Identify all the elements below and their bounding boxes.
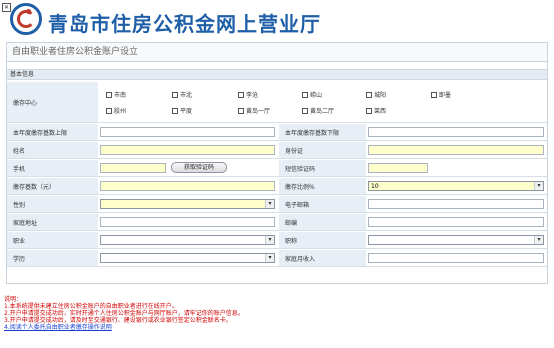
ratio-select[interactable]: 10 ▾ bbox=[368, 181, 544, 191]
get-code-button[interactable]: 获取验证码 bbox=[171, 162, 227, 173]
job-select[interactable]: ▾ bbox=[100, 235, 275, 245]
edu-income-row: 学历 ▾ 家庭月收入 bbox=[7, 250, 547, 267]
gender-select[interactable]: ▾ bbox=[100, 199, 275, 209]
name-input[interactable] bbox=[100, 145, 275, 155]
base-label: 缴存基数（元） bbox=[7, 178, 98, 194]
email-input[interactable] bbox=[368, 199, 544, 209]
checkbox-icon[interactable] bbox=[366, 107, 372, 114]
center-option-shibei[interactable]: 市北 bbox=[172, 90, 192, 99]
center-option-jimo[interactable]: 即墨 bbox=[431, 90, 451, 99]
center-option-huangdao2[interactable]: 黄岛二厅 bbox=[302, 106, 334, 115]
center-label: 缴存中心 bbox=[7, 82, 98, 122]
account-form-panel: 自由职业者住房公积金账户设立 基本信息 缴存中心 市南 市北 李沧 崂山 城阳 … bbox=[6, 42, 548, 284]
note-item: 2.开户申请提交成功后，实时开通个人住房公积金账户与网厅账户，请牢记你的账户信息… bbox=[4, 310, 244, 317]
center-option-pingdu[interactable]: 平度 bbox=[172, 106, 192, 115]
checkbox-icon[interactable] bbox=[366, 91, 372, 98]
checkbox-icon[interactable] bbox=[106, 107, 112, 114]
notes-heading: 说明： bbox=[4, 296, 23, 303]
id-input[interactable] bbox=[368, 145, 544, 155]
phone-label: 手机 bbox=[7, 160, 98, 176]
base-limit-row: 本年度缴存基数上限 本年度缴存基数下限 bbox=[7, 124, 547, 141]
note-item: 1.本系统提供未建立住房公积金账户的自由职业者进行在线开户。 bbox=[4, 303, 178, 310]
checkbox-icon[interactable] bbox=[302, 91, 308, 98]
checkbox-icon[interactable] bbox=[106, 91, 112, 98]
section-title: 基本信息 bbox=[7, 69, 547, 80]
income-input[interactable] bbox=[368, 253, 544, 263]
title-select[interactable]: ▾ bbox=[368, 235, 544, 245]
education-label: 学历 bbox=[7, 250, 98, 266]
checkbox-icon[interactable] bbox=[172, 91, 178, 98]
address-postcode-row: 家庭地址 邮编 bbox=[7, 214, 547, 231]
center-option-licang[interactable]: 李沧 bbox=[238, 90, 258, 99]
phone-sms-row: 手机 获取验证码 短信验证码 bbox=[7, 160, 547, 177]
name-label: 姓名 bbox=[7, 142, 98, 158]
panel-title: 自由职业者住房公积金账户设立 bbox=[7, 43, 547, 62]
checkbox-icon[interactable] bbox=[431, 91, 437, 98]
center-option-shinan[interactable]: 市南 bbox=[106, 90, 126, 99]
center-option-laoshan[interactable]: 崂山 bbox=[302, 90, 322, 99]
site-title: 青岛市住房公积金网上营业厅 bbox=[48, 12, 321, 36]
checkbox-icon[interactable] bbox=[302, 107, 308, 114]
base-lower-label: 本年度缴存基数下限 bbox=[279, 124, 366, 140]
postcode-input[interactable] bbox=[368, 217, 544, 227]
center-option-laixi[interactable]: 莱西 bbox=[366, 106, 386, 115]
checkbox-icon[interactable] bbox=[238, 91, 244, 98]
sms-code-label: 短信验证码 bbox=[279, 160, 366, 176]
chevron-down-icon[interactable]: ▾ bbox=[265, 200, 274, 208]
address-label: 家庭地址 bbox=[7, 214, 98, 230]
postcode-label: 邮编 bbox=[279, 214, 366, 230]
id-label: 身份证 bbox=[279, 142, 366, 158]
ratio-label: 缴存比例% bbox=[279, 178, 366, 194]
center-row: 缴存中心 市南 市北 李沧 崂山 城阳 即墨 胶州 平度 黄岛一厅 黄岛二厅 莱… bbox=[7, 82, 547, 123]
base-ratio-row: 缴存基数（元） 缴存比例% 10 ▾ bbox=[7, 178, 547, 195]
name-id-row: 姓名 身份证 bbox=[7, 142, 547, 159]
checkbox-icon[interactable] bbox=[238, 107, 244, 114]
title-label: 职称 bbox=[279, 232, 366, 248]
center-option-huangdao1[interactable]: 黄岛一厅 bbox=[238, 106, 270, 115]
chevron-down-icon[interactable]: ▾ bbox=[534, 182, 543, 190]
notes-section: 说明： 1.本系统提供未建立住房公积金账户的自由职业者进行在线开户。 2.开户申… bbox=[4, 296, 550, 331]
sms-code-input[interactable] bbox=[368, 163, 428, 173]
gender-email-row: 性别 ▾ 电子邮箱 bbox=[7, 196, 547, 213]
income-label: 家庭月收入 bbox=[279, 250, 366, 266]
base-upper-label: 本年度缴存基数上限 bbox=[7, 124, 98, 140]
email-label: 电子邮箱 bbox=[279, 196, 366, 212]
window-icon: ✕ bbox=[2, 3, 11, 12]
logo-icon bbox=[10, 3, 42, 35]
header-bar: ✕ 青岛市住房公积金网上营业厅 bbox=[0, 0, 554, 40]
job-title-row: 职业 ▾ 职称 ▾ bbox=[7, 232, 547, 249]
education-select[interactable]: ▾ bbox=[100, 253, 275, 263]
base-lower-input[interactable] bbox=[368, 127, 544, 137]
note-item: 3.开户申请提交成功后，请及时至交通银行、建设银行或农业银行签定公积金联名卡。 bbox=[4, 317, 232, 324]
instructions-link[interactable]: 4.阅读个人委托自由职业者缴存操作说明 bbox=[4, 324, 550, 331]
chevron-down-icon[interactable]: ▾ bbox=[265, 254, 274, 262]
center-option-chengyang[interactable]: 城阳 bbox=[366, 90, 386, 99]
job-label: 职业 bbox=[7, 232, 98, 248]
ratio-value: 10 bbox=[371, 183, 379, 190]
gender-label: 性别 bbox=[7, 196, 98, 212]
phone-input[interactable] bbox=[100, 163, 166, 173]
chevron-down-icon[interactable]: ▾ bbox=[265, 236, 274, 244]
base-input[interactable] bbox=[100, 181, 275, 191]
chevron-down-icon[interactable]: ▾ bbox=[534, 236, 543, 244]
address-input[interactable] bbox=[100, 217, 275, 227]
center-option-jiaozhou[interactable]: 胶州 bbox=[106, 106, 126, 115]
base-upper-input[interactable] bbox=[100, 127, 275, 137]
checkbox-icon[interactable] bbox=[172, 107, 178, 114]
